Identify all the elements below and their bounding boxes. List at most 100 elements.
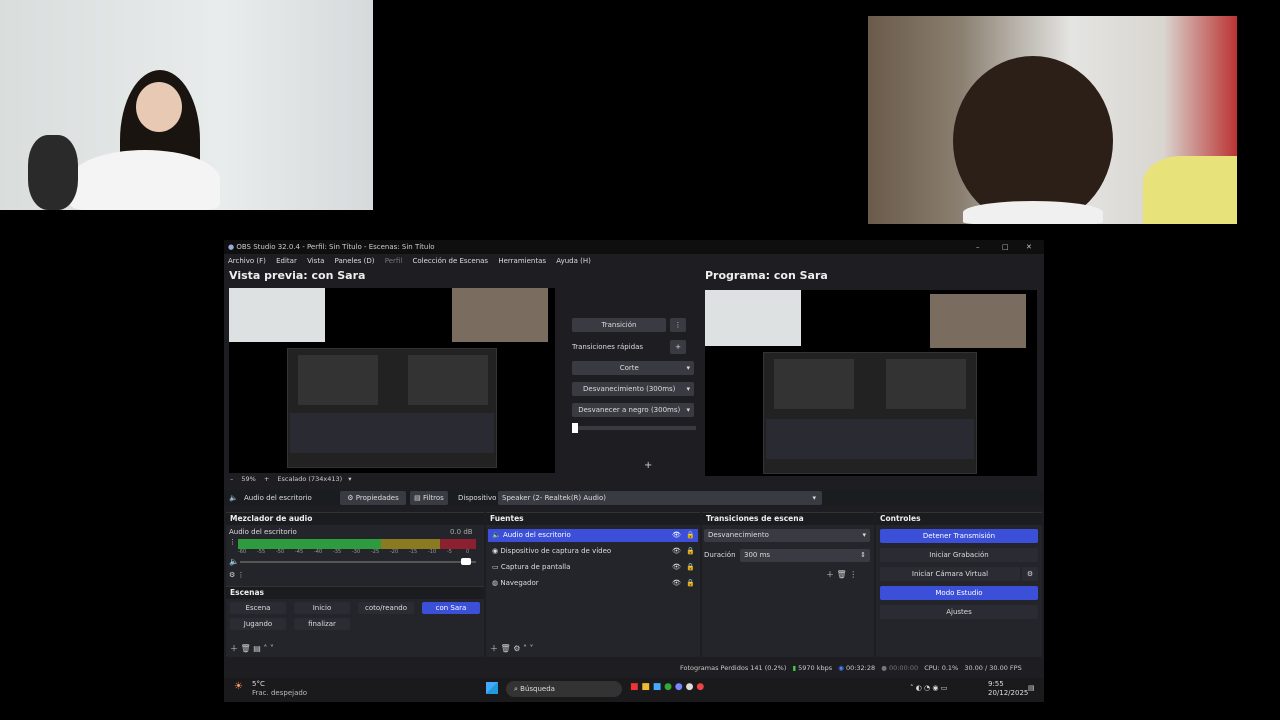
gear-icon[interactable]: ⚙: [513, 644, 520, 653]
meter-tick: -35: [333, 549, 342, 555]
app-icon[interactable]: ■: [630, 682, 639, 692]
chrome-icon[interactable]: ●: [664, 682, 672, 692]
stop-streaming-button[interactable]: Detener Transmisión: [880, 529, 1038, 543]
store-icon[interactable]: ■: [653, 682, 662, 692]
close-button[interactable]: ✕: [1026, 240, 1032, 254]
menu-perfil[interactable]: Perfil: [385, 257, 403, 265]
meter-tick: -40: [314, 549, 323, 555]
lock-icon[interactable]: 🔒: [686, 545, 695, 558]
quick-transition-black[interactable]: Desvanecer a negro (300ms) ▾: [572, 403, 694, 417]
system-tray-icons[interactable]: ˄ ◐ ◔ ◉ ▭: [910, 684, 947, 692]
mixer-settings-icon[interactable]: ⚙ ⋮: [229, 571, 245, 579]
scene-jugando[interactable]: Jugando: [230, 618, 286, 630]
add-transition-icon[interactable]: +: [644, 460, 652, 471]
preview-canvas[interactable]: [229, 288, 555, 473]
studio-mode-button[interactable]: Modo Estudio: [880, 586, 1038, 600]
source-item-browser[interactable]: ◍ Navegador 👁 🔒: [488, 577, 698, 590]
window-title: OBS Studio 32.0.4 - Perfil: Sin Título -…: [236, 243, 435, 251]
menu-archivo[interactable]: Archivo (F): [228, 257, 266, 265]
source-item-desktop-audio[interactable]: 🔈 Audio del escritorio 👁 🔒: [488, 529, 698, 542]
trash-icon[interactable]: 🗑: [241, 644, 251, 653]
trash-icon[interactable]: 🗑: [837, 570, 847, 579]
mixer-menu-icon[interactable]: ⋮: [229, 538, 236, 546]
lock-icon[interactable]: 🔒: [686, 577, 695, 590]
scene-cotoreando[interactable]: coto/reando: [358, 602, 414, 614]
t-bar-handle[interactable]: [572, 423, 578, 433]
arrow-down-icon[interactable]: ˅: [270, 644, 274, 653]
menu-ayuda[interactable]: Ayuda (H): [556, 257, 591, 265]
camera-icon: ◉: [492, 547, 499, 555]
eye-icon[interactable]: 👁: [672, 577, 681, 590]
properties-button[interactable]: ⚙ Propiedades: [340, 491, 406, 505]
add-icon[interactable]: +: [670, 340, 686, 354]
transition-button[interactable]: Transición: [572, 318, 666, 332]
person-shirt: [963, 201, 1103, 224]
zoom-out-icon[interactable]: –: [230, 475, 233, 483]
t-bar-slider[interactable]: [572, 423, 696, 433]
quick-transition-fade[interactable]: Desvanecimiento (300ms) ▾: [572, 382, 694, 396]
weather-icon[interactable]: ☀: [234, 681, 243, 692]
transition-type-select[interactable]: Desvanecimiento ▾: [704, 529, 870, 542]
folder-icon[interactable]: ■: [641, 682, 650, 692]
chevron-down-icon[interactable]: ▾: [348, 475, 351, 483]
settings-button[interactable]: Ajustes: [880, 605, 1038, 619]
trash-icon[interactable]: 🗑: [501, 644, 511, 653]
add-icon[interactable]: ＋: [826, 570, 834, 579]
obs-taskbar-icon[interactable]: ●: [686, 682, 694, 692]
notification-icon[interactable]: ▤: [1028, 684, 1035, 692]
scene-transitions-title: Transiciones de escena: [702, 513, 874, 525]
scene-finalizar[interactable]: finalizar: [294, 618, 350, 630]
filter-icon[interactable]: ▤: [253, 644, 261, 653]
mixer-title: Mezclador de audio: [226, 513, 484, 525]
program-canvas: [705, 290, 1037, 476]
arrow-up-icon[interactable]: ˄: [263, 644, 267, 653]
windows-start-icon[interactable]: [486, 682, 498, 694]
lock-icon[interactable]: 🔒: [686, 561, 695, 574]
virtual-camera-settings-icon[interactable]: ⚙: [1022, 567, 1038, 581]
scene-con-sara[interactable]: con Sara: [422, 602, 480, 614]
taskbar-search[interactable]: ⌕ Búsqueda: [506, 681, 622, 697]
mute-speaker-icon[interactable]: 🔈: [229, 557, 239, 566]
device-select[interactable]: Speaker (2- Realtek(R) Audio) ▾: [498, 491, 822, 505]
menu-herramientas[interactable]: Herramientas: [498, 257, 546, 265]
more-icon[interactable]: ⋮: [670, 318, 686, 332]
transition-toolbar: ＋ 🗑 ⋮: [826, 569, 857, 580]
duration-input[interactable]: 300 ms ⇕: [740, 549, 870, 562]
start-recording-button[interactable]: Iniciar Grabación: [880, 548, 1038, 562]
source-item-video-capture[interactable]: ◉ Dispositivo de captura de vídeo 👁 🔒: [488, 545, 698, 558]
menu-vista[interactable]: Vista: [307, 257, 324, 265]
eye-icon[interactable]: 👁: [672, 529, 681, 542]
arrow-down-icon[interactable]: ˅: [530, 644, 534, 653]
lock-icon[interactable]: 🔒: [686, 529, 695, 542]
scene-inicio[interactable]: Inicio: [294, 602, 350, 614]
meter-tick: -55: [257, 549, 266, 555]
meter-tick: -25: [371, 549, 380, 555]
add-icon[interactable]: ＋: [490, 644, 498, 653]
browser-icon[interactable]: ●: [696, 682, 704, 692]
menu-bar: Archivo (F) Editar Vista Paneles (D) Per…: [224, 254, 1044, 268]
person-face: [136, 82, 182, 132]
weather-desc: Frac. despejado: [252, 689, 308, 697]
eye-icon[interactable]: 👁: [672, 561, 681, 574]
quick-transition-cut[interactable]: Corte ▾: [572, 361, 694, 375]
scene-escena[interactable]: Escena: [230, 602, 286, 614]
menu-coleccion[interactable]: Colección de Escenas: [413, 257, 489, 265]
volume-slider-track[interactable]: [240, 558, 476, 565]
menu-editar[interactable]: Editar: [276, 257, 297, 265]
meter-tick: -60: [238, 549, 247, 555]
zoom-in-icon[interactable]: +: [264, 475, 269, 483]
add-icon[interactable]: ＋: [230, 644, 238, 653]
maximize-button[interactable]: □: [1002, 240, 1009, 254]
eye-icon[interactable]: 👁: [672, 545, 681, 558]
source-item-screen-capture[interactable]: ▭ Captura de pantalla 👁 🔒: [488, 561, 698, 574]
minimize-button[interactable]: –: [976, 240, 980, 254]
filters-button[interactable]: ▤ Filtros: [410, 491, 448, 505]
discord-icon[interactable]: ●: [675, 682, 683, 692]
meter-tick: -10: [428, 549, 437, 555]
volume-slider-handle[interactable]: [461, 558, 472, 565]
arrow-up-icon[interactable]: ˄: [523, 644, 527, 653]
more-icon[interactable]: ⋮: [849, 570, 857, 579]
program-cam-left: [705, 290, 801, 346]
start-virtual-camera-button[interactable]: Iniciar Cámara Virtual: [880, 567, 1020, 581]
menu-paneles[interactable]: Paneles (D): [335, 257, 375, 265]
